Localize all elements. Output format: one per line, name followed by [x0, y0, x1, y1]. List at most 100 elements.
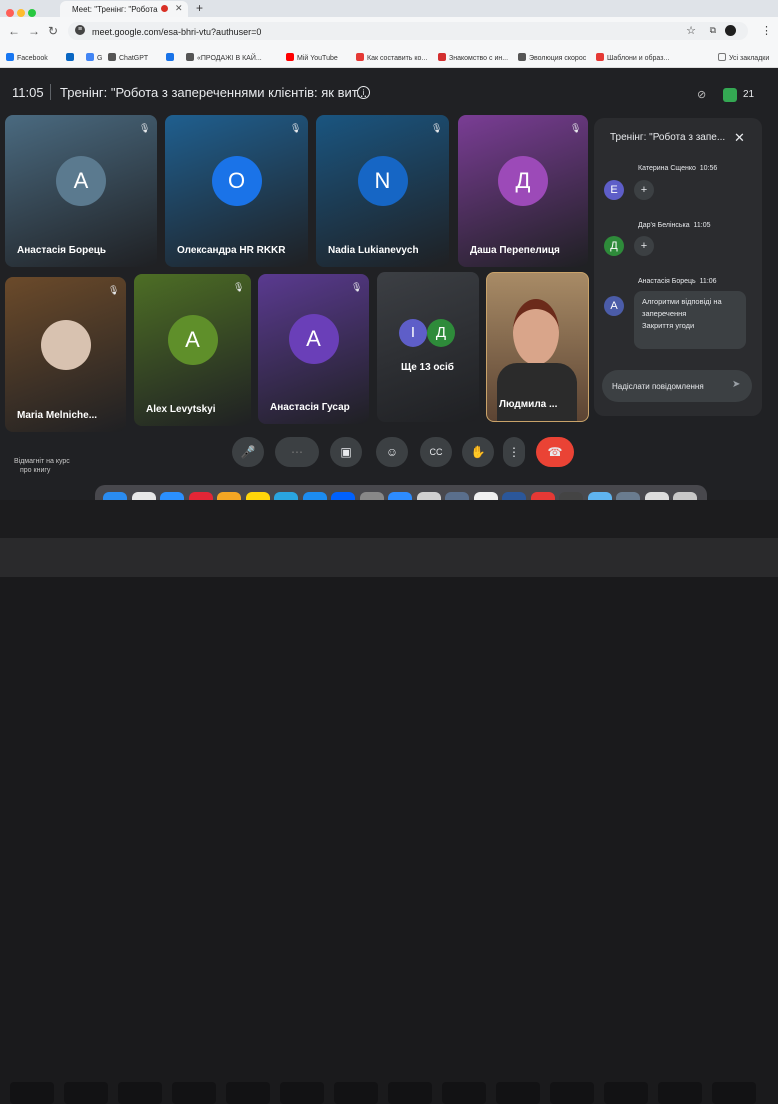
bookmark-star-icon[interactable]: ☆ — [686, 24, 696, 37]
participant-tile[interactable]: Д 🎙 Даша Перепелиця — [458, 115, 588, 267]
dock-app-icon[interactable] — [673, 492, 697, 500]
dock-app-icon[interactable] — [131, 492, 156, 500]
bookmark-item[interactable]: Мій YouTube — [286, 53, 338, 62]
browser-menu-icon[interactable]: ⋮ — [761, 24, 772, 37]
all-bookmarks[interactable]: Усі закладки — [718, 53, 769, 62]
zoom-window-button[interactable] — [28, 9, 36, 17]
new-tab-button[interactable]: + — [196, 1, 203, 15]
raise-hand-button[interactable]: ✋ — [462, 437, 494, 467]
bookmark-item[interactable]: Как составить ко... — [356, 53, 427, 62]
dock-app-icon[interactable] — [473, 492, 498, 500]
dock-app-icon[interactable] — [245, 492, 270, 500]
dock-app-icon[interactable] — [416, 492, 441, 500]
minimize-window-button[interactable] — [17, 9, 25, 17]
dock-app-icon[interactable] — [160, 492, 184, 500]
avatar — [40, 319, 91, 370]
meeting-info-icon[interactable]: i — [357, 86, 370, 99]
participant-tile[interactable]: Людмила ... — [486, 272, 589, 422]
dock-app-icon[interactable] — [502, 492, 526, 500]
bookmark-item[interactable]: Шаблони и образ... — [596, 53, 669, 62]
dock-app-icon[interactable] — [103, 492, 127, 500]
add-reaction-button[interactable]: + — [634, 180, 654, 200]
mic-muted-icon: 🎙 — [431, 123, 443, 133]
active-tab[interactable]: Meet: "Тренінг: "Робота ✕ — [60, 1, 188, 17]
mic-muted-icon: 🎙 — [108, 285, 120, 295]
close-tab-icon[interactable]: ✕ — [175, 3, 183, 14]
participant-tile[interactable]: А 🎙 Анастасія Борець — [5, 115, 157, 267]
message-line: Закриття угоди — [642, 321, 695, 330]
bookmark-item[interactable]: G — [86, 53, 102, 62]
participant-tile[interactable]: А 🎙 Анастасія Гусар — [258, 274, 369, 424]
people-icon[interactable] — [723, 88, 737, 102]
send-icon[interactable]: ➤ — [732, 379, 740, 390]
dock-app-icon[interactable] — [644, 492, 669, 500]
dock-app-icon[interactable] — [530, 492, 555, 500]
participant-tile[interactable]: N 🎙 Nadia Lukianevych — [316, 115, 449, 267]
dock-app-icon[interactable] — [616, 492, 640, 500]
bookmark-favicon-icon — [66, 53, 74, 61]
bookmark-item[interactable]: Facebook — [6, 53, 48, 62]
dock-app-icon[interactable] — [217, 492, 241, 500]
forward-icon[interactable]: → — [28, 24, 40, 38]
avatar: А — [288, 314, 339, 364]
message-time: 10:56 — [699, 165, 718, 172]
mic-muted-icon: 🎙 — [351, 282, 363, 292]
keyboard-key — [442, 1082, 486, 1104]
dock-app-icon[interactable] — [302, 492, 327, 500]
dock-app-icon[interactable] — [559, 492, 583, 500]
participant-tile[interactable]: 🎙 Maria Melniche... — [5, 277, 126, 432]
participant-name: Alex Levytskyi — [146, 404, 216, 415]
participant-tile[interactable]: О 🎙 Олександра HR RKKR — [165, 115, 308, 267]
bookmark-item[interactable]: «ПРОДАЖІ В КАЙ... — [186, 53, 262, 62]
chat-panel: Тренінг: "Робота з запе... ✕ Катерина Сщ… — [594, 118, 762, 416]
message-meta: Катерина Сщенко 10:56 — [638, 165, 717, 172]
participant-name: Maria Melniche... — [17, 410, 98, 421]
bookmark-item[interactable]: ChatGPT — [108, 53, 148, 62]
camera-button[interactable]: ⋯ — [275, 437, 319, 467]
avatar: О — [211, 156, 262, 206]
dock-app-icon[interactable] — [388, 492, 412, 500]
bookmark-item[interactable]: Знакомство с ин... — [438, 53, 508, 62]
keyboard-key — [118, 1082, 162, 1104]
chat-input-placeholder: Надіслати повідомлення — [612, 382, 704, 391]
present-screen-button[interactable]: ▣ — [330, 437, 362, 467]
close-window-button[interactable] — [6, 9, 14, 17]
bookmark-label: Facebook — [17, 55, 48, 62]
dock-app-icon[interactable] — [331, 492, 355, 500]
keyboard-key — [712, 1082, 756, 1104]
bookmark-item[interactable]: Эволюция скорос — [518, 53, 586, 62]
keyboard-key — [172, 1082, 216, 1104]
profile-avatar[interactable] — [725, 25, 736, 36]
dock-app-icon[interactable] — [445, 492, 469, 500]
reload-icon[interactable]: ↻ — [48, 24, 58, 38]
url-field[interactable]: ≡ meet.google.com/esa-bhri-vtu?authuser=… — [68, 22, 748, 40]
site-info-icon[interactable]: ≡ — [75, 25, 85, 35]
more-options-button[interactable]: ⋮ — [503, 437, 525, 467]
emoji-reaction-button[interactable]: ☺ — [376, 437, 408, 467]
participant-name: Олександра HR RKKR — [177, 245, 286, 256]
bookmark-item[interactable] — [166, 53, 177, 62]
dock-app-icon[interactable] — [188, 492, 213, 500]
bookmark-item[interactable] — [66, 53, 77, 62]
participant-tile[interactable]: A 🎙 Alex Levytskyi — [134, 274, 251, 426]
add-reaction-button[interactable]: + — [634, 236, 654, 256]
message-meta: Анастасія Борець 11:06 — [638, 278, 717, 285]
microphone-button[interactable]: 🎤 — [232, 437, 264, 467]
bookmark-label: «ПРОДАЖІ В КАЙ... — [197, 55, 262, 62]
close-chat-icon[interactable]: ✕ — [734, 130, 745, 146]
dock-app-icon[interactable] — [274, 492, 298, 500]
message-time: 11:05 — [693, 222, 711, 229]
leave-call-button[interactable]: ☎ — [536, 437, 574, 467]
bookmark-favicon-icon — [356, 53, 364, 61]
captions-off-icon[interactable]: ⊘ — [697, 88, 706, 101]
captions-button[interactable]: CC — [420, 437, 452, 467]
participant-tile[interactable]: І Д Ще 13 осіб — [377, 272, 479, 422]
bookmark-label: Шаблони и образ... — [607, 55, 670, 62]
avatar: А — [56, 156, 106, 206]
dock-app-icon[interactable] — [359, 492, 384, 500]
extensions-icon[interactable]: ⧉ — [710, 25, 716, 36]
keyboard-key — [658, 1082, 702, 1104]
chat-message-input[interactable]: Надіслати повідомлення ➤ — [602, 370, 752, 402]
back-icon[interactable]: ← — [8, 24, 20, 38]
dock-app-icon[interactable] — [587, 492, 612, 500]
